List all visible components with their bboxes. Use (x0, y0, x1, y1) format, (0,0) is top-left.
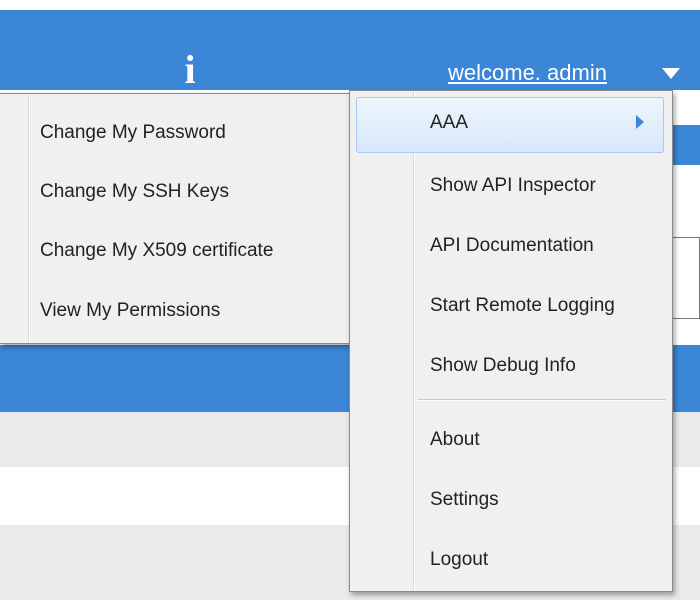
menu-item-label: Change My SSH Keys (40, 181, 230, 202)
welcome-user-menu-toggle[interactable]: welcome. admin (448, 60, 607, 86)
user-dropdown-menu: AAA Show API Inspector API Documentation… (349, 90, 673, 592)
menu-item-label: Show Debug Info (430, 355, 576, 376)
menu-item-label: Logout (430, 549, 489, 570)
about-menu-item[interactable]: About (350, 411, 672, 469)
show-api-inspector-menu-item[interactable]: Show API Inspector (350, 157, 672, 215)
change-ssh-keys-menu-item[interactable]: Change My SSH Keys (0, 163, 352, 221)
aaa-submenu: Change My Password Change My SSH Keys Ch… (0, 93, 353, 344)
menu-item-label: View My Permissions (40, 300, 221, 321)
menu-item-label: About (430, 429, 480, 450)
menu-separator (418, 399, 666, 401)
menu-item-highlight (356, 97, 664, 153)
chevron-down-icon[interactable] (662, 68, 680, 79)
show-debug-info-menu-item[interactable]: Show Debug Info (350, 337, 672, 395)
submenu-arrow-icon (636, 115, 644, 129)
menu-item-label: Start Remote Logging (430, 295, 615, 316)
view-permissions-menu-item[interactable]: View My Permissions (0, 282, 352, 340)
menu-item-label: Change My Password (40, 122, 226, 143)
settings-menu-item[interactable]: Settings (350, 471, 672, 529)
menu-item-label: Settings (430, 489, 499, 510)
aaa-menu-item[interactable]: AAA (350, 94, 672, 153)
change-x509-certificate-menu-item[interactable]: Change My X509 certificate (0, 222, 352, 280)
start-remote-logging-menu-item[interactable]: Start Remote Logging (350, 277, 672, 335)
menu-item-label: Show API Inspector (430, 175, 596, 196)
menu-item-label: AAA (430, 112, 469, 133)
change-password-menu-item[interactable]: Change My Password (0, 104, 352, 162)
api-documentation-menu-item[interactable]: API Documentation (350, 217, 672, 275)
info-icon[interactable]: i (170, 50, 210, 90)
menu-item-label: Change My X509 certificate (40, 240, 274, 261)
logout-menu-item[interactable]: Logout (350, 531, 672, 589)
menu-item-label: API Documentation (430, 235, 594, 256)
